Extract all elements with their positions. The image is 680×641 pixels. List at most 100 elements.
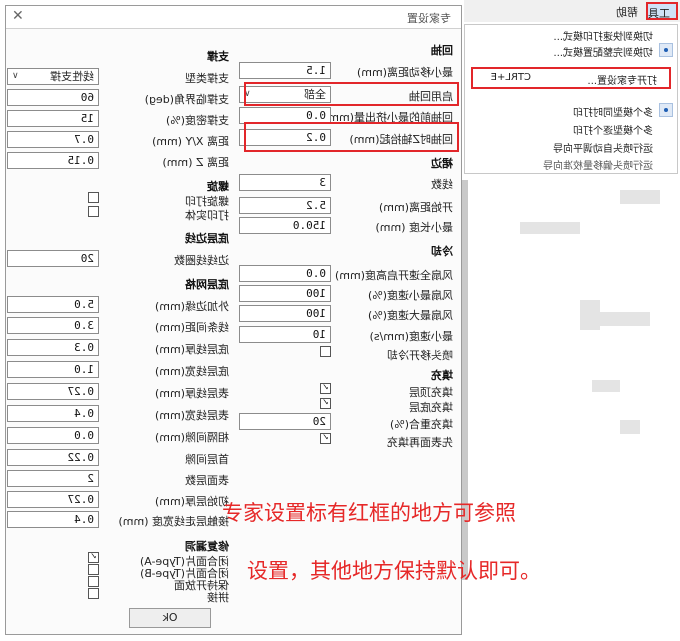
skirt-min-length-input[interactable]: 150.0 <box>239 217 331 234</box>
cool-min-speed-input[interactable]: 10 <box>239 326 331 343</box>
retract-min-travel-input[interactable]: 1.5 <box>239 62 331 79</box>
support-density-label: 支撑密度(%) <box>165 114 229 127</box>
menu-item-head-offset-wizard[interactable]: 运行喷头偏移量校准向导 <box>543 157 653 172</box>
section-cool-title: 冷却 <box>431 245 453 258</box>
raft-contact-width-input[interactable]: 0.4 <box>7 511 99 528</box>
raft-first-layer-gap-input[interactable]: 0.22 <box>7 449 99 466</box>
skirt-min-length-label: 最小长度 (mm) <box>375 221 453 234</box>
brim-loops-input[interactable]: 20 <box>7 250 99 267</box>
raft-initial-layer-label: 初始层厚(mm) <box>154 495 229 508</box>
support-xy-input[interactable]: 0.7 <box>7 131 99 148</box>
fill-surface-first-label: 先表面再填充 <box>387 436 453 449</box>
raft-initial-layer-input[interactable]: 0.27 <box>7 491 99 508</box>
tools-dropdown: 切换到快速打印模式... 切换到完整配置模式... 打开专家设置... CTRL… <box>464 24 678 174</box>
fix-type-a-checkbox[interactable]: ✓ <box>88 552 99 563</box>
fill-top-label: 填充顶层 <box>409 386 453 399</box>
cool-full-fan-height-input[interactable]: 0.0 <box>239 265 331 282</box>
fill-top-checkbox[interactable]: ✓ <box>320 383 331 394</box>
support-z-label: 距离 Z (mm) <box>162 156 229 169</box>
menu-item-one-at-a-time[interactable]: 多个模型逐个打印 <box>573 122 653 137</box>
ok-button[interactable]: Ok <box>129 608 211 628</box>
fill-overlap-label: 填充重合(%) <box>389 418 453 431</box>
raft-surface-layers-label: 表面层数 <box>185 474 229 487</box>
background-blur <box>580 300 600 330</box>
menu-help[interactable]: 帮助 <box>616 4 638 20</box>
raft-surface-width-label: 表层线宽(mm) <box>154 409 229 422</box>
support-type-value: 线性支撑 <box>50 70 94 83</box>
menu-item-quick-mode[interactable]: 切换到快速打印模式... <box>553 28 653 43</box>
raft-margin-input[interactable]: 5.0 <box>7 296 99 313</box>
raft-line-spacing-input[interactable]: 3.0 <box>7 317 99 334</box>
menu-item-expert-settings-label: 打开专家设置... <box>587 76 657 87</box>
raft-air-gap-label: 相隔间隙(mm) <box>154 431 229 444</box>
menu-item-full-mode[interactable]: 切换到完整配置模式... <box>553 44 653 59</box>
radio-selected-icon <box>659 103 673 117</box>
support-angle-input[interactable]: 60 <box>7 89 99 106</box>
section-fix-title: 修复漏洞 <box>185 540 229 553</box>
retract-min-travel-label: 最小移动距离(mm) <box>356 66 453 79</box>
cool-fan-min-input[interactable]: 100 <box>239 285 331 302</box>
support-type-select[interactable]: 线性支撑 ∨ <box>7 68 99 85</box>
highlight-retract-enable <box>244 82 459 106</box>
chevron-down-icon: ∨ <box>12 71 19 81</box>
menu-bar: 工具 帮助 <box>464 0 680 22</box>
raft-surface-layers-input[interactable]: 2 <box>7 470 99 487</box>
support-xy-label: 距离 X/Y (mm) <box>152 135 229 148</box>
menu-tools-label: 工具 <box>648 7 670 20</box>
raft-contact-width-label: 接触层走线宽度 (mm) <box>118 515 229 528</box>
section-support-title: 支撑 <box>207 50 229 63</box>
raft-base-thickness-label: 底层线厚(mm) <box>154 343 229 356</box>
fix-stitch-checkbox[interactable] <box>88 588 99 599</box>
raft-surface-thickness-input[interactable]: 0.27 <box>7 383 99 400</box>
cool-fan-max-label: 风扇最大速度(%) <box>367 309 453 322</box>
skirt-start-distance-input[interactable]: 5.2 <box>239 197 331 214</box>
section-spiral-title: 螺旋 <box>207 180 229 193</box>
fill-surface-first-checkbox[interactable]: ✓ <box>320 433 331 444</box>
highlight-z-hop <box>244 122 459 152</box>
section-raft-title: 底层网格 <box>185 278 229 291</box>
spiral-print-checkbox[interactable] <box>88 192 99 203</box>
background-blur <box>600 312 650 326</box>
dialog-title: 专家设置 <box>407 12 451 25</box>
cool-fan-min-label: 风扇最小速度(%) <box>367 289 453 302</box>
raft-line-spacing-label: 线条间距(mm) <box>154 321 229 334</box>
raft-surface-width-input[interactable]: 0.4 <box>7 405 99 422</box>
support-density-input[interactable]: 15 <box>7 110 99 127</box>
support-z-input[interactable]: 0.15 <box>7 152 99 169</box>
raft-base-thickness-input[interactable]: 0.3 <box>7 339 99 356</box>
fix-stitch-label: 拼接 <box>207 591 229 604</box>
close-icon[interactable]: ✕ <box>12 8 24 24</box>
cool-min-speed-label: 最小速度(mm/s) <box>369 330 453 343</box>
radio-selected-icon <box>659 43 673 57</box>
section-retract-title: 回抽 <box>431 44 453 57</box>
background-blur <box>520 222 580 234</box>
section-fill-title: 填充 <box>431 369 453 382</box>
menu-item-all-at-once[interactable]: 多个模型同时打印 <box>573 104 653 119</box>
skirt-start-distance-label: 开始距离(mm) <box>378 201 453 214</box>
cool-fan-max-input[interactable]: 100 <box>239 305 331 322</box>
menu-tools[interactable]: 工具 <box>646 2 678 20</box>
background-blur <box>620 190 660 204</box>
support-angle-label: 支撑临界角(deg) <box>144 93 229 106</box>
cool-full-fan-height-label: 风扇全速开启高度(mm) <box>334 269 453 282</box>
menu-item-expert-settings[interactable]: 打开专家设置... CTRL+E <box>471 67 671 89</box>
raft-first-layer-gap-label: 首层间隙 <box>185 453 229 466</box>
cool-head-lift-checkbox[interactable] <box>320 346 331 357</box>
skirt-line-count-input[interactable]: 3 <box>239 174 331 191</box>
spiral-solid-checkbox[interactable] <box>88 206 99 217</box>
section-skirt-title: 裙边 <box>431 157 453 170</box>
fill-bottom-label: 填充底层 <box>409 401 453 414</box>
section-brim-title: 底层边线 <box>185 232 229 245</box>
annotation-line-2: 设置，其他地方保持默认即可。 <box>247 559 541 583</box>
background-blur <box>592 380 620 392</box>
fix-type-b-checkbox[interactable] <box>88 564 99 575</box>
spiral-solid-label: 打印实体 <box>185 209 229 222</box>
raft-base-width-input[interactable]: 1.0 <box>7 361 99 378</box>
fill-bottom-checkbox[interactable]: ✓ <box>320 398 331 409</box>
fill-overlap-input[interactable]: 20 <box>239 413 331 430</box>
raft-air-gap-input[interactable]: 0.0 <box>7 427 99 444</box>
raft-surface-thickness-label: 表层线厚(mm) <box>154 387 229 400</box>
support-type-label: 支撑类型 <box>185 72 229 85</box>
menu-item-bed-level-wizard[interactable]: 运行喷头自动调平向导 <box>553 140 653 155</box>
fix-keep-open-checkbox[interactable] <box>88 576 99 587</box>
